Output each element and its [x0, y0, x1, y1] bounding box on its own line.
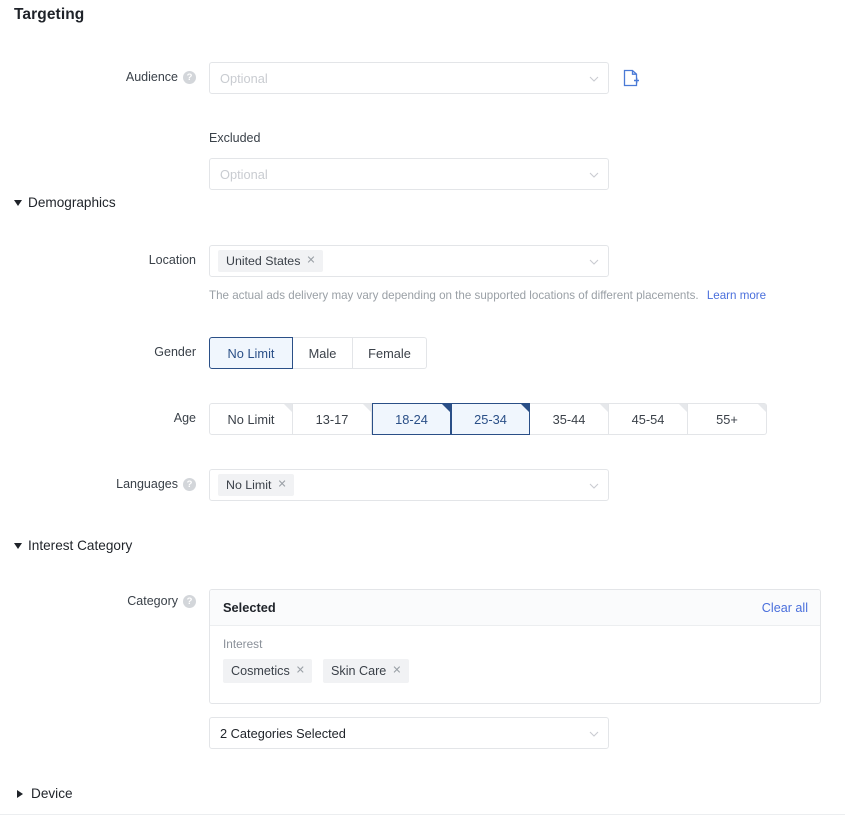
interest-chip-label: Skin Care	[331, 664, 386, 678]
gender-label: Gender	[154, 345, 196, 359]
chevron-down-icon	[589, 481, 598, 490]
help-circle-icon[interactable]: ?	[183, 71, 196, 84]
age-row: Age No Limit 13-17 18-24 25-34 35-44 45-…	[0, 403, 845, 435]
location-chip[interactable]: United States ✕	[218, 250, 323, 272]
excluded-label-wrap: Excluded	[209, 131, 260, 145]
audience-placeholder: Optional	[220, 71, 268, 86]
languages-label: Languages	[116, 477, 178, 491]
close-x-icon[interactable]: ✕	[392, 665, 401, 676]
chevron-down-icon	[589, 729, 598, 738]
audience-label-col: Audience ?	[0, 62, 196, 94]
interest-chip-cosmetics[interactable]: Cosmetics ✕	[223, 659, 312, 683]
category-label-col: Category ?	[0, 594, 196, 614]
location-hint-text: The actual ads delivery may vary dependi…	[209, 289, 699, 302]
location-label: Location	[149, 253, 196, 267]
chevron-down-icon	[589, 257, 598, 266]
gender-row: Gender No Limit Male Female	[0, 337, 845, 369]
close-x-icon[interactable]: ✕	[306, 255, 315, 266]
triangle-right-icon	[17, 790, 23, 798]
gender-segmented-control: No Limit Male Female	[209, 337, 427, 369]
category-label: Category	[127, 594, 178, 608]
close-x-icon[interactable]: ✕	[277, 479, 286, 490]
document-plus-icon	[623, 69, 639, 87]
gender-option-no-limit[interactable]: No Limit	[209, 337, 293, 369]
selected-group-label: Interest	[223, 637, 807, 651]
location-select[interactable]: United States ✕	[209, 245, 609, 277]
audience-label: Audience	[126, 70, 178, 84]
category-select[interactable]: 2 Categories Selected	[209, 717, 609, 749]
location-row: Location United States ✕	[0, 245, 845, 277]
languages-chip-label: No Limit	[226, 478, 271, 492]
age-option-13-17[interactable]: 13-17	[293, 403, 372, 435]
category-dropdown-row: 2 Categories Selected	[209, 717, 609, 749]
learn-more-link[interactable]: Learn more	[707, 289, 766, 302]
help-circle-icon[interactable]: ?	[183, 478, 196, 491]
age-label: Age	[174, 411, 196, 425]
languages-field-col: No Limit ✕	[209, 469, 609, 501]
section-label-device: Device	[31, 786, 73, 801]
interest-chip-label: Cosmetics	[231, 664, 290, 678]
interest-chip-skin-care[interactable]: Skin Care ✕	[323, 659, 409, 683]
page-title: Targeting	[14, 6, 84, 24]
languages-chip[interactable]: No Limit ✕	[218, 474, 294, 496]
audience-row: Audience ? Optional	[0, 62, 845, 94]
section-label-interest-category: Interest Category	[28, 538, 132, 553]
triangle-down-icon	[14, 200, 22, 206]
selected-panel-body: Interest Cosmetics ✕ Skin Care ✕	[210, 626, 820, 697]
targeting-form-page: Targeting Audience ? Optional	[0, 0, 845, 815]
gender-option-male[interactable]: Male	[293, 337, 353, 369]
location-chip-label: United States	[226, 254, 300, 268]
create-audience-button[interactable]	[623, 69, 639, 87]
age-segmented-control: No Limit 13-17 18-24 25-34 35-44 45-54 5…	[209, 403, 767, 435]
audience-field-col: Optional	[209, 62, 609, 94]
category-select-value: 2 Categories Selected	[220, 726, 346, 741]
age-option-no-limit[interactable]: No Limit	[209, 403, 293, 435]
chevron-down-icon	[589, 170, 598, 179]
clear-all-link[interactable]: Clear all	[762, 601, 808, 615]
audience-select[interactable]: Optional	[209, 62, 609, 94]
location-field-col: United States ✕	[209, 245, 609, 277]
age-option-45-54[interactable]: 45-54	[609, 403, 688, 435]
languages-select[interactable]: No Limit ✕	[209, 469, 609, 501]
close-x-icon[interactable]: ✕	[296, 665, 305, 676]
excluded-placeholder: Optional	[220, 167, 268, 182]
section-header-demographics[interactable]: Demographics	[14, 195, 116, 210]
gender-option-female[interactable]: Female	[353, 337, 427, 369]
section-header-interest-category[interactable]: Interest Category	[14, 538, 132, 553]
selected-interests-panel: Selected Clear all Interest Cosmetics ✕ …	[209, 589, 821, 704]
age-option-35-44[interactable]: 35-44	[530, 403, 609, 435]
age-option-18-24[interactable]: 18-24	[372, 403, 451, 435]
languages-label-col: Languages ?	[0, 469, 196, 501]
languages-row: Languages ? No Limit ✕	[0, 469, 845, 501]
excluded-select[interactable]: Optional	[209, 158, 609, 190]
excluded-row: Optional	[209, 158, 609, 190]
selected-panel-title: Selected	[223, 600, 276, 615]
age-option-55-plus[interactable]: 55+	[688, 403, 767, 435]
excluded-label: Excluded	[209, 131, 260, 145]
age-label-col: Age	[0, 403, 196, 435]
location-label-col: Location	[0, 245, 196, 277]
location-hint: The actual ads delivery may vary dependi…	[209, 289, 766, 302]
triangle-down-icon	[14, 543, 22, 549]
selected-panel-header: Selected Clear all	[210, 590, 820, 626]
help-circle-icon[interactable]: ?	[183, 595, 196, 608]
section-header-device[interactable]: Device	[17, 786, 73, 801]
selected-chip-list: Cosmetics ✕ Skin Care ✕	[223, 659, 807, 683]
section-label-demographics: Demographics	[28, 195, 116, 210]
gender-label-col: Gender	[0, 337, 196, 369]
chevron-down-icon	[589, 74, 598, 83]
age-option-25-34[interactable]: 25-34	[451, 403, 530, 435]
